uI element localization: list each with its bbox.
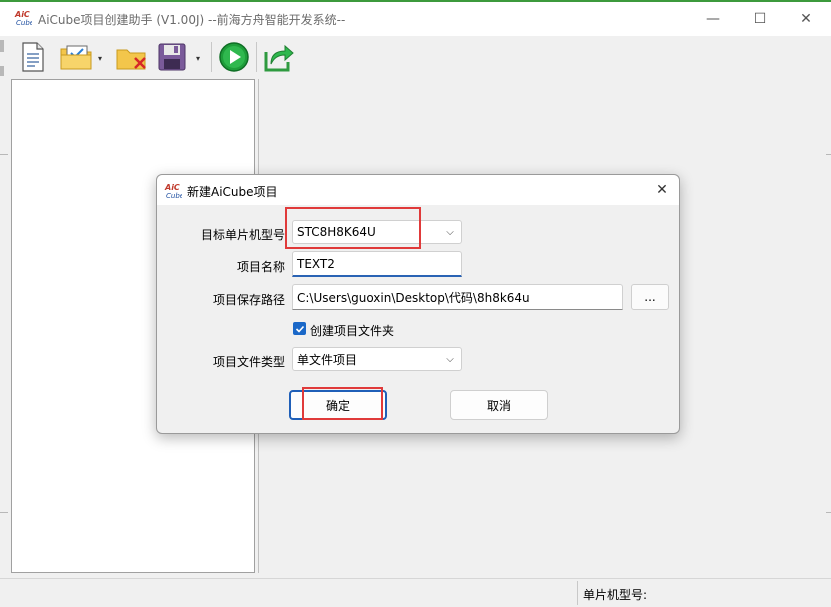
- chevron-down-icon: ⌵: [446, 226, 454, 238]
- edge-mark: [0, 512, 8, 513]
- edge-mark: [0, 66, 4, 76]
- export-button[interactable]: [262, 40, 296, 74]
- chevron-down-icon: ⌵: [446, 353, 454, 365]
- close-button[interactable]: ✕: [783, 4, 829, 34]
- window-title: AiCube项目创建助手 (V1.00J) --前海方舟智能开发系统--: [38, 13, 346, 27]
- edge-mark: [826, 154, 831, 155]
- delete-folder-icon: [116, 49, 146, 70]
- svg-text:AiC: AiC: [164, 183, 180, 192]
- open-folder-icon: [60, 45, 92, 70]
- save-dropdown-arrow[interactable]: ▾: [196, 54, 200, 63]
- file-type-label: 项目文件类型: [212, 355, 285, 369]
- dialog-title-bar: AiC Cube 新建AiCube项目 ✕: [157, 175, 679, 205]
- ok-button[interactable]: 确定: [289, 390, 387, 420]
- save-button[interactable]: [155, 40, 189, 74]
- toolbar: ▾ ▾: [0, 36, 831, 78]
- mcu-model-label: 目标单片机型号: [200, 228, 285, 242]
- svg-text:AiC: AiC: [14, 10, 30, 19]
- cancel-button[interactable]: 取消: [450, 390, 548, 420]
- project-name-input[interactable]: TEXT2: [292, 251, 462, 277]
- minimize-button[interactable]: —: [690, 4, 736, 34]
- new-project-dialog: AiC Cube 新建AiCube项目 ✕ 目标单片机型号 STC8H8K64U…: [156, 174, 680, 434]
- status-separator: [577, 581, 578, 605]
- toolbar-separator: [211, 42, 212, 72]
- aicube-logo-icon: AiC Cube: [14, 10, 32, 26]
- title-bar: AiC Cube AiCube项目创建助手 (V1.00J) --前海方舟智能开…: [0, 0, 831, 36]
- save-path-label: 项目保存路径: [212, 293, 285, 307]
- edge-mark: [0, 154, 8, 155]
- maximize-button[interactable]: ☐: [737, 4, 783, 34]
- status-bar: 单片机型号:: [0, 578, 831, 607]
- edge-mark: [826, 512, 831, 513]
- main-window: AiC Cube AiCube项目创建助手 (V1.00J) --前海方舟智能开…: [0, 0, 831, 607]
- project-name-value: TEXT2: [297, 256, 335, 271]
- export-icon: [264, 44, 294, 72]
- create-folder-label[interactable]: 创建项目文件夹: [310, 322, 394, 339]
- svg-text:Cube: Cube: [166, 192, 182, 199]
- aicube-logo-icon: AiC Cube: [164, 183, 182, 199]
- create-folder-checkbox[interactable]: [293, 322, 306, 335]
- file-type-select[interactable]: 单文件项目 ⌵: [292, 347, 462, 371]
- file-type-value: 单文件项目: [297, 352, 358, 367]
- open-project-button[interactable]: [58, 40, 94, 74]
- new-document-icon: [22, 42, 44, 72]
- mcu-model-select[interactable]: STC8H8K64U ⌵: [292, 220, 462, 244]
- run-icon: [219, 42, 249, 72]
- mcu-model-value: STC8H8K64U: [297, 225, 376, 239]
- new-document-button[interactable]: [18, 40, 48, 74]
- edge-mark: [0, 40, 4, 52]
- project-name-label: 项目名称: [236, 260, 285, 274]
- checkmark-icon: [295, 325, 304, 333]
- save-path-input[interactable]: C:\Users\guoxin\Desktop\代码\8h8k64u: [292, 284, 623, 310]
- close-project-button[interactable]: [114, 40, 150, 74]
- svg-text:Cube: Cube: [16, 19, 32, 26]
- dialog-close-button[interactable]: ✕: [651, 179, 673, 201]
- save-icon: [158, 43, 186, 71]
- save-path-value: C:\Users\guoxin\Desktop\代码\8h8k64u: [297, 290, 530, 305]
- dialog-title: 新建AiCube项目: [187, 185, 278, 199]
- browse-button[interactable]: ...: [631, 284, 669, 310]
- open-dropdown-arrow[interactable]: ▾: [98, 54, 102, 63]
- run-button[interactable]: [217, 40, 251, 74]
- mcu-model-status: 单片机型号:: [583, 588, 648, 602]
- toolbar-separator: [256, 42, 257, 72]
